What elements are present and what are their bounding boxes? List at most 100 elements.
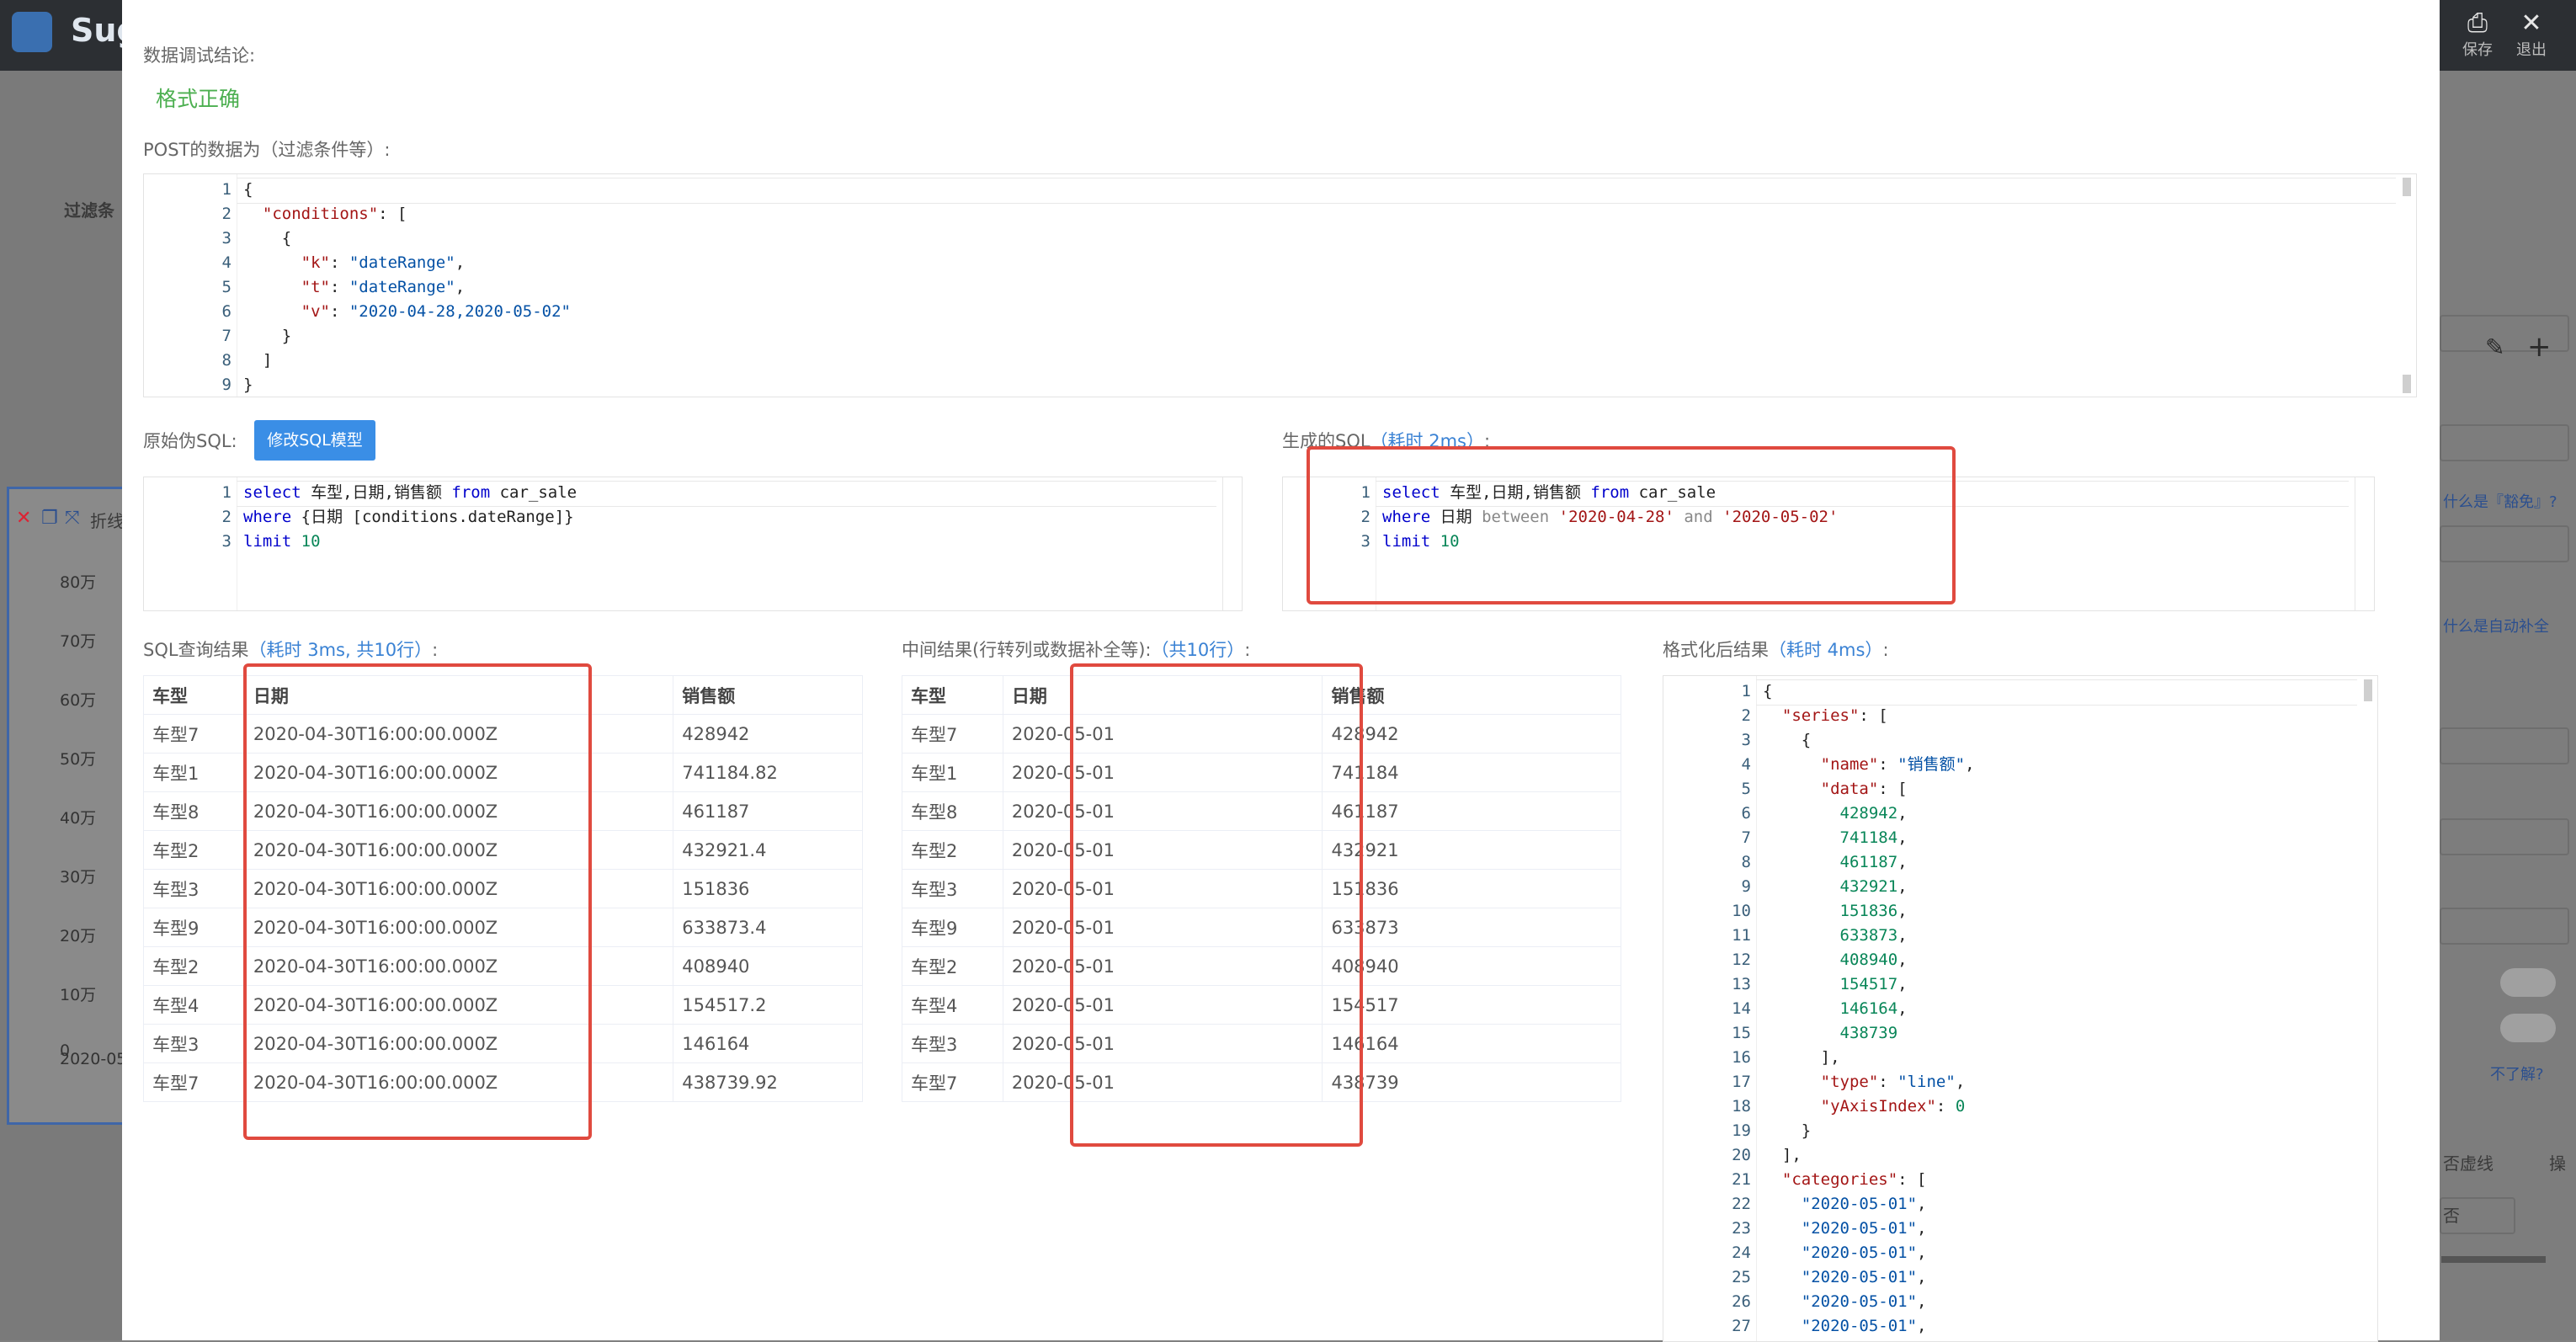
fmt-result-editor[interactable]: 1{2 "series": [3 {4 "name": "销售额", 5 "dat… [1663, 675, 2378, 1342]
help-link-unknown[interactable]: 不了解? [2490, 1062, 2544, 1084]
code-token: { [1763, 682, 1773, 700]
select-value-no: 否 [2443, 1206, 2460, 1226]
code-text: "2020-05-01", [1763, 1290, 1927, 1314]
line-number: 7 [1741, 828, 1751, 847]
code-token: 408940 [1839, 951, 1898, 969]
help-link-autocomplete[interactable]: 什么是自动补全 [2443, 615, 2549, 636]
background-select[interactable] [2440, 818, 2569, 855]
code-text: { [243, 226, 291, 251]
column-label-dashed: 否虚线 [2443, 1153, 2494, 1174]
code-token: , [1897, 975, 1908, 993]
table-cell: 车型9 [902, 908, 1003, 947]
line-number: 8 [221, 351, 232, 370]
line-number: 12 [1732, 951, 1751, 969]
background-right-panel: ✎ + 什么是『豁免』? 什么是自动补全 不了解? 否虚线 操 否 [2440, 71, 2576, 1340]
orig-sql-editor[interactable]: 1 select 车型,日期,销售额 from car_sale 2 where {日… [143, 477, 1243, 611]
code-token: , [1917, 1268, 1927, 1286]
toggle-switch[interactable] [2500, 968, 2556, 997]
code-token: { [243, 229, 292, 248]
chart-tab-label: 折线 [90, 511, 124, 531]
code-line: 1 select 车型,日期,销售额 from car_sale [144, 481, 1242, 505]
table-cell: 151836 [1322, 869, 1621, 908]
code-text: 461187, [1763, 850, 1908, 875]
code-line: 24 "2020-05-01", [1663, 1241, 2377, 1265]
code-line: 26 "2020-05-01", [1663, 1290, 2377, 1314]
code-text: ] [243, 349, 272, 373]
background-select[interactable] [2440, 908, 2569, 945]
code-text: 741184, [1763, 826, 1908, 850]
exit-button[interactable]: ✕ 退出 [2510, 8, 2552, 60]
close-icon: ✕ [2520, 8, 2542, 38]
toggle-switch[interactable] [2500, 1014, 2556, 1042]
code-token: , [455, 253, 466, 272]
code-token: "dateRange" [349, 253, 455, 272]
debug-modal: 数据调试结论: 格式正确 POST的数据为（过滤条件等）: 1{2 "condi… [122, 0, 2440, 1342]
help-link-exempt[interactable]: 什么是『豁免』? [2443, 490, 2557, 512]
app-logo-icon [12, 12, 52, 52]
line-number: 3 [1741, 731, 1751, 749]
code-line: 5 "t": "dateRange", [144, 275, 2416, 300]
edit-icon[interactable]: ✎ [2485, 333, 2504, 361]
code-text: 438739 [1763, 1021, 1898, 1046]
post-data-editor[interactable]: 1{2 "conditions": [3 {4 "k": "dateRange"… [143, 173, 2417, 397]
code-text: ], [1763, 1143, 1802, 1168]
scrollbar[interactable] [2441, 1256, 2546, 1263]
code-text: "2020-05-01", [1763, 1192, 1927, 1217]
code-line: 3 { [1663, 728, 2377, 753]
code-token: 10 [301, 532, 321, 551]
delete-icon[interactable]: ✕ [16, 508, 31, 529]
fmt-result-label: 格式化后结果 [1663, 640, 1769, 660]
line-number: 15 [1732, 1024, 1751, 1042]
code-token: , [1897, 877, 1908, 896]
column-header: 销售额 [1322, 675, 1621, 715]
conclusion-value: 格式正确 [156, 87, 241, 111]
column-header: 销售额 [673, 675, 863, 715]
code-token: : [329, 278, 349, 296]
code-token: 0 [1955, 1097, 1966, 1116]
code-token: where [243, 508, 292, 526]
code-line: 22 "2020-05-01", [1663, 1192, 2377, 1217]
code-line: 2 "conditions": [ [144, 202, 2416, 226]
code-line: 16 ], [1663, 1046, 2377, 1070]
table-cell: 车型9 [143, 908, 245, 947]
code-text: "2020-05-01", [1763, 1241, 1927, 1265]
save-button[interactable]: ⎙ 保存 [2456, 8, 2499, 60]
fmt-result-heading: 格式化后结果（耗时 4ms）: [1663, 636, 1889, 662]
table-cell: 154517.2 [673, 985, 863, 1025]
table-cell: 车型7 [143, 714, 245, 754]
column-header: 车型 [143, 675, 245, 715]
sql-result-time: （耗时 3ms, 共10行） [248, 640, 433, 660]
background-select[interactable] [2440, 424, 2569, 461]
sql-result-colon: : [432, 640, 439, 660]
table-cell: 633873.4 [673, 908, 863, 947]
code-token: "line" [1897, 1073, 1956, 1091]
code-text: "2020-05-01", [1763, 1265, 1927, 1290]
code-line: 23 "2020-05-01", [1663, 1217, 2377, 1241]
copy-icon[interactable]: ❐ [41, 508, 58, 529]
code-text: { [1763, 679, 1772, 704]
code-token: "2020-05-01" [1801, 1268, 1918, 1286]
line-number: 22 [1732, 1195, 1751, 1213]
table-cell: 车型1 [902, 753, 1003, 792]
code-token: } [1763, 1121, 1812, 1140]
code-token: "yAxisIndex" [1820, 1097, 1936, 1116]
code-token: limit [243, 532, 292, 551]
code-text: "categories": [ [1763, 1168, 1927, 1192]
code-token: } [243, 327, 292, 345]
table-cell: 车型4 [143, 985, 245, 1025]
background-select[interactable] [2440, 525, 2569, 562]
code-token: { [1763, 731, 1812, 749]
plus-icon[interactable]: + [2527, 330, 2552, 364]
expand-icon[interactable]: ⤧ [65, 508, 80, 529]
edit-sql-model-button[interactable]: 修改SQL模型 [254, 420, 375, 461]
line-number: 14 [1732, 999, 1751, 1018]
background-select[interactable] [2440, 727, 2569, 764]
line-number: 25 [1732, 1268, 1751, 1286]
code-text: } [243, 373, 253, 397]
code-text: where {日期 [conditions.dateRange]} [243, 505, 574, 530]
code-token: , [1917, 1243, 1927, 1262]
table-cell: 151836 [673, 869, 863, 908]
